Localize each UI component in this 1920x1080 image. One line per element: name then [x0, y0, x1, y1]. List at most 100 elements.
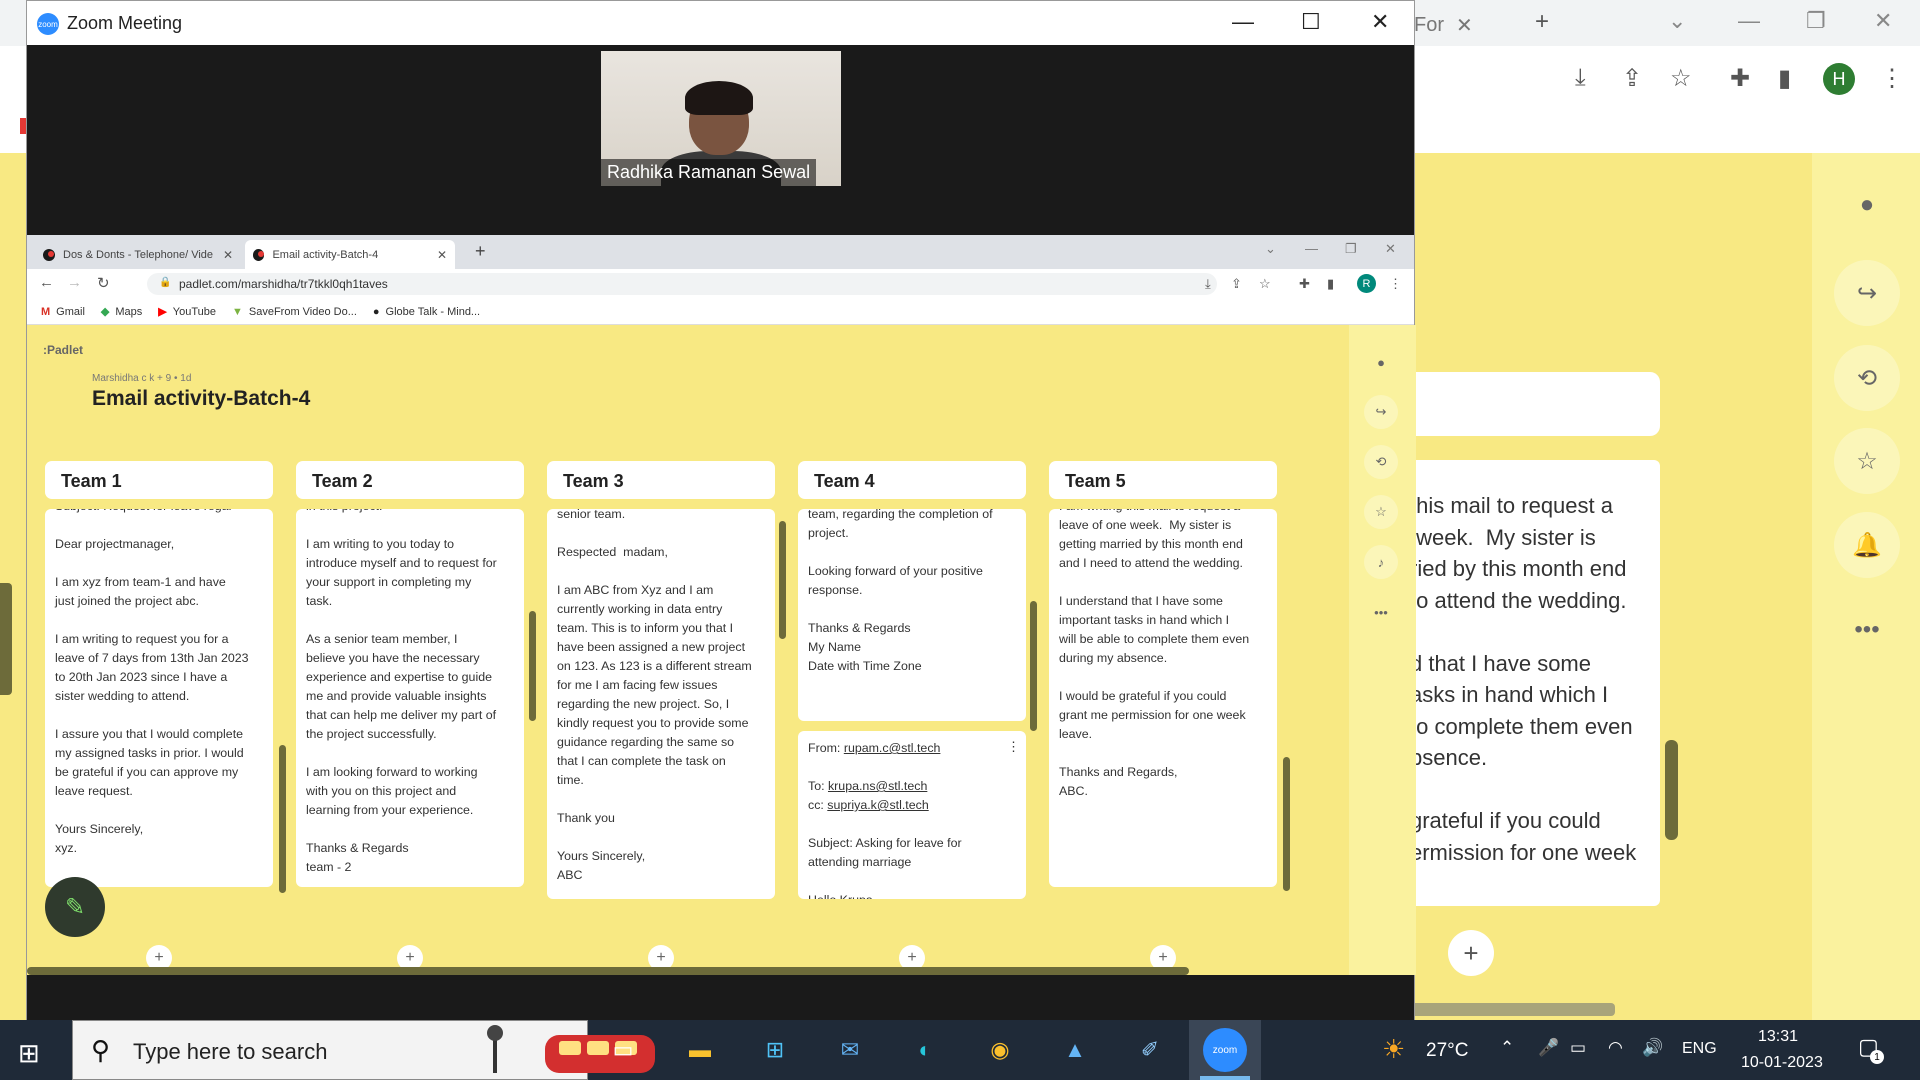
share-icon[interactable]: ↪: [1834, 260, 1900, 326]
restore-icon[interactable]: ❐: [1806, 8, 1826, 34]
avatar[interactable]: H: [1823, 63, 1855, 95]
wifi-icon[interactable]: ◠: [1608, 1038, 1623, 1058]
extensions-icon[interactable]: ✚: [1730, 64, 1750, 93]
column-scrollbar[interactable]: [779, 521, 786, 639]
close-window-icon[interactable]: ✕: [1874, 8, 1892, 34]
forward-icon[interactable]: →: [67, 274, 82, 291]
star-icon[interactable]: ☆: [1834, 428, 1900, 494]
add-post-button[interactable]: +: [1448, 930, 1494, 976]
horizontal-scrollbar[interactable]: [1410, 1003, 1615, 1016]
bell-icon[interactable]: ♪: [1364, 545, 1398, 579]
temperature[interactable]: 27°C: [1426, 1040, 1468, 1062]
store-icon[interactable]: ⊞: [753, 1028, 797, 1072]
close-icon[interactable]: ✕: [437, 248, 447, 262]
bookmark-gmail[interactable]: M Gmail: [41, 306, 85, 318]
photos-icon[interactable]: ▲: [1053, 1028, 1097, 1072]
padlet-logo[interactable]: :Padlet: [43, 343, 83, 357]
post-card[interactable]: in this project. I am writing to you tod…: [296, 509, 524, 887]
minimize-icon[interactable]: —: [1305, 241, 1318, 256]
column-scrollbar[interactable]: [1030, 601, 1037, 731]
scrollbar[interactable]: [0, 583, 12, 695]
weather-icon[interactable]: ☀: [1382, 1034, 1405, 1065]
clock-time[interactable]: 13:31: [1758, 1028, 1798, 1046]
avatar[interactable]: R: [1357, 274, 1376, 293]
close-window-icon[interactable]: ✕: [1385, 241, 1396, 257]
edge-icon[interactable]: ◐: [903, 1028, 947, 1072]
browser-tab[interactable]: Dos & Donts - Telephone/ Video ✕: [35, 240, 243, 269]
horizontal-scrollbar[interactable]: [27, 967, 1189, 975]
address-bar[interactable]: padlet.com/marshidha/tr7tkkl0qh1taves: [147, 273, 1217, 295]
zoom-app-icon[interactable]: zoom: [1203, 1028, 1247, 1072]
profile-icon[interactable]: ●: [1834, 172, 1900, 238]
reload-icon[interactable]: ↻: [97, 274, 110, 292]
column-header[interactable]: Team 5: [1049, 461, 1277, 499]
download-icon[interactable]: ⤓: [1205, 276, 1211, 292]
share-icon[interactable]: ↪: [1364, 395, 1398, 429]
extensions-icon[interactable]: ✚: [1299, 276, 1310, 292]
bookmark-maps[interactable]: ◆ Maps: [101, 305, 142, 319]
new-tab-icon[interactable]: +: [475, 241, 486, 262]
menu-icon[interactable]: ⋮: [1389, 276, 1402, 292]
chrome-icon[interactable]: ◉: [978, 1028, 1022, 1072]
star-icon[interactable]: ☆: [1259, 276, 1271, 292]
star-icon[interactable]: ☆: [1670, 64, 1692, 93]
minimize-icon[interactable]: —: [1738, 8, 1760, 34]
post-card[interactable]: senior team. Respected madam, I am ABC f…: [547, 509, 775, 899]
bell-icon[interactable]: 🔔: [1834, 512, 1900, 578]
cc-address[interactable]: supriya.k@stl.tech: [827, 798, 928, 812]
new-tab-icon[interactable]: +: [1535, 8, 1549, 36]
to-address[interactable]: krupa.ns@stl.tech: [828, 779, 927, 793]
profile-icon[interactable]: ●: [1364, 345, 1398, 379]
bookmark-savefrom[interactable]: ▼ SaveFrom Video Do...: [232, 306, 357, 318]
pencil-icon[interactable]: ✎: [45, 877, 105, 937]
minimize-icon[interactable]: —: [1232, 9, 1254, 35]
language-indicator[interactable]: ENG: [1682, 1040, 1717, 1058]
column-header[interactable]: Team 1: [45, 461, 273, 499]
chevron-down-icon[interactable]: ⌄: [1668, 8, 1686, 34]
post-card[interactable]: Subject: Request for leave regar Dear pr…: [45, 509, 273, 887]
more-icon[interactable]: •••: [1834, 597, 1900, 663]
column-scrollbar[interactable]: [1283, 757, 1290, 891]
background-tab[interactable]: For ✕: [1414, 8, 1514, 42]
remake-icon[interactable]: ⟲: [1834, 345, 1900, 411]
column-header[interactable]: Team 4: [798, 461, 1026, 499]
browser-tab-active[interactable]: Email activity-Batch-4 ✕: [245, 240, 455, 269]
star-icon[interactable]: ☆: [1364, 495, 1398, 529]
back-icon[interactable]: ←: [39, 274, 54, 291]
column-header[interactable]: Team 3: [547, 461, 775, 499]
windows-start-icon[interactable]: ⊞: [18, 1038, 40, 1069]
battery-icon[interactable]: ▭: [1570, 1038, 1586, 1058]
file-explorer-icon[interactable]: ▬: [678, 1028, 722, 1072]
participant-video[interactable]: Radhika Ramanan Sewal: [601, 51, 841, 186]
search-input[interactable]: ⚲ Type here to search: [72, 1020, 655, 1080]
task-view-icon[interactable]: ▭: [601, 1028, 645, 1072]
sidepanel-icon[interactable]: ▮: [1778, 64, 1791, 93]
scrollbar[interactable]: [1665, 740, 1678, 840]
from-address[interactable]: rupam.c@stl.tech: [844, 741, 941, 755]
microphone-icon[interactable]: 🎤: [1538, 1038, 1559, 1058]
close-icon[interactable]: ✕: [223, 248, 233, 262]
lock-icon[interactable]: 🔒: [159, 277, 171, 288]
volume-icon[interactable]: 🔊: [1642, 1038, 1663, 1058]
share-icon[interactable]: ⇪: [1231, 276, 1242, 292]
column-scrollbar[interactable]: [279, 745, 286, 893]
more-icon[interactable]: •••: [1364, 595, 1398, 629]
sidepanel-icon[interactable]: ▮: [1327, 276, 1334, 292]
restore-icon[interactable]: ❐: [1345, 241, 1357, 257]
post-card[interactable]: ⋮ From: rupam.c@stl.tech To: krupa.ns@st…: [798, 731, 1026, 899]
clock-date[interactable]: 10-01-2023: [1741, 1054, 1823, 1072]
bookmark-youtube[interactable]: ▶ YouTube: [158, 305, 216, 319]
column-scrollbar[interactable]: [529, 611, 536, 721]
close-icon[interactable]: ✕: [1371, 9, 1389, 35]
remake-icon[interactable]: ⟲: [1364, 445, 1398, 479]
bookmark-globetalk[interactable]: ● Globe Talk - Mind...: [373, 306, 480, 318]
download-icon[interactable]: ⤓: [1575, 64, 1586, 92]
share-icon[interactable]: ⇪: [1622, 64, 1642, 93]
column-header[interactable]: Team 2: [296, 461, 524, 499]
maximize-icon[interactable]: ☐: [1301, 9, 1321, 35]
post-card[interactable]: I am writing this mail to request a leav…: [1049, 509, 1277, 887]
menu-icon[interactable]: ⋮: [1880, 64, 1904, 93]
more-options-icon[interactable]: ⋮: [1007, 737, 1020, 756]
post-card[interactable]: team, regarding the completion of projec…: [798, 509, 1026, 721]
notepad-icon[interactable]: ✐: [1128, 1028, 1172, 1072]
